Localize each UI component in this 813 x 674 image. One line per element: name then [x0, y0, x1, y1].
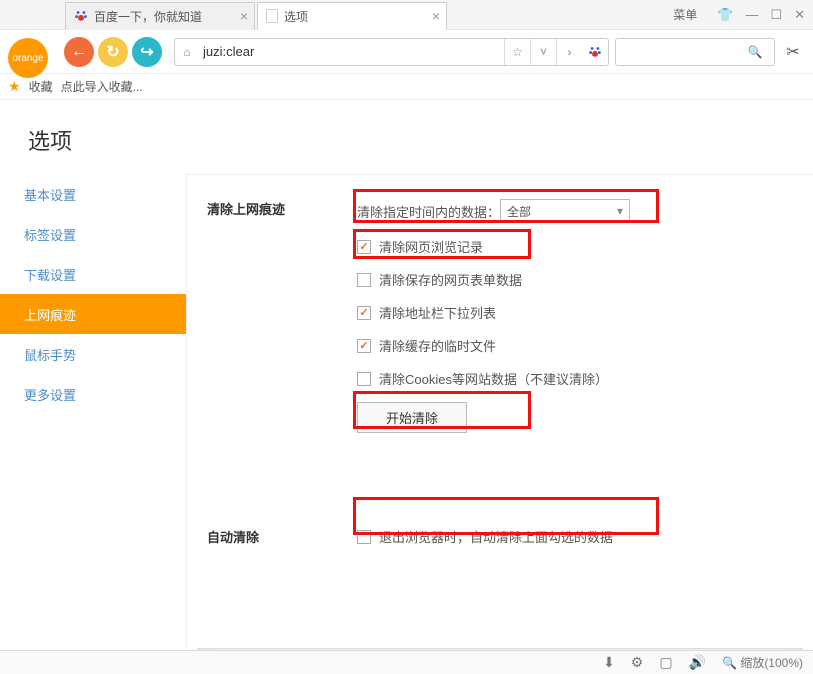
search-icon[interactable]: 🔍 [742, 39, 768, 65]
forward-button[interactable]: ↪ [132, 37, 162, 67]
go-icon[interactable]: › [556, 39, 582, 65]
checkbox-icon[interactable] [357, 240, 371, 254]
tab-options[interactable]: 选项 × [257, 2, 447, 30]
titlebar: 百度一下，你就知道 × 选项 × 菜单 👕 — ☐ ✕ [0, 0, 813, 30]
toolbar: ← ↻ ↪ ⌂ ☆ ˅ › 🔍 ✂ [0, 30, 813, 74]
section-heading: 清除上网痕迹 [207, 199, 357, 447]
chevron-down-icon: ▾ [617, 204, 623, 218]
checkbox-icon[interactable] [357, 306, 371, 320]
tab-baidu[interactable]: 百度一下，你就知道 × [65, 2, 255, 30]
restore-icon[interactable]: ▢ [659, 654, 672, 671]
back-button[interactable]: ← [64, 37, 94, 67]
menu-button[interactable]: 菜单 [673, 6, 697, 23]
star-icon[interactable]: ☆ [504, 39, 530, 65]
time-range-select[interactable]: 全部 ▾ [500, 199, 630, 223]
sidebar-item-basic[interactable]: 基本设置 [0, 174, 186, 214]
reload-button[interactable]: ↻ [98, 37, 128, 67]
close-icon[interactable]: × [240, 8, 248, 24]
settings-main: 清除上网痕迹 清除指定时间内的数据： 全部 ▾ 清除网页浏览记录 清除保存的网页… [186, 174, 813, 664]
check-history[interactable]: 清除网页浏览记录 [357, 237, 793, 256]
section-heading: 自动清除 [207, 527, 357, 560]
start-clear-button[interactable]: 开始清除 [357, 402, 467, 433]
sidebar-item-download[interactable]: 下载设置 [0, 254, 186, 294]
baidu-favicon-icon [74, 9, 88, 23]
search-box[interactable]: 🔍 [615, 38, 775, 66]
section-clear-data: 清除上网痕迹 清除指定时间内的数据： 全部 ▾ 清除网页浏览记录 清除保存的网页… [207, 199, 793, 447]
checkbox-icon[interactable] [357, 339, 371, 353]
url-input[interactable] [199, 44, 504, 59]
maximize-icon[interactable]: ☐ [770, 7, 782, 23]
minimize-icon[interactable]: — [745, 7, 758, 22]
zoom-control[interactable]: 🔍 缩放(100%) [722, 654, 803, 671]
import-bookmarks-link[interactable]: 点此导入收藏... [61, 78, 143, 95]
check-forms[interactable]: 清除保存的网页表单数据 [357, 270, 793, 289]
check-addressbar[interactable]: 清除地址栏下拉列表 [357, 303, 793, 322]
skin-icon[interactable]: 👕 [717, 7, 733, 23]
browser-logo-icon[interactable]: orange [8, 38, 48, 78]
sidebar-item-more[interactable]: 更多设置 [0, 374, 186, 414]
check-cookies[interactable]: 清除Cookies等网站数据（不建议清除） [357, 369, 793, 388]
settings-sidebar: 基本设置 标签设置 下载设置 上网痕迹 鼠标手势 更多设置 [0, 174, 186, 664]
page-favicon-icon [266, 9, 278, 23]
checkbox-icon[interactable] [357, 273, 371, 287]
section-auto-clear: 自动清除 退出浏览器时，自动清除上面勾选的数据 [207, 527, 793, 560]
address-bar[interactable]: ⌂ ☆ ˅ › [174, 38, 609, 66]
favorites-label[interactable]: 收藏 [29, 78, 53, 95]
time-range-row: 清除指定时间内的数据： 全部 ▾ [357, 199, 793, 223]
check-cache[interactable]: 清除缓存的临时文件 [357, 336, 793, 355]
chevron-down-icon[interactable]: ˅ [530, 39, 556, 65]
gear-icon[interactable]: ⚙ [631, 654, 644, 671]
options-page: 选项 基本设置 标签设置 下载设置 上网痕迹 鼠标手势 更多设置 清除上网痕迹 … [0, 100, 813, 650]
sound-icon[interactable]: 🔊 [689, 654, 706, 671]
screenshot-icon[interactable]: ✂ [781, 42, 805, 62]
search-engine-icon[interactable] [582, 39, 608, 65]
window-controls: 菜单 👕 — ☐ ✕ [673, 6, 805, 23]
home-icon[interactable]: ⌂ [175, 45, 199, 59]
nav-buttons: ← ↻ ↪ [64, 37, 162, 67]
tab-title: 百度一下，你就知道 [94, 8, 202, 25]
tabs-strip: 百度一下，你就知道 × 选项 × [65, 0, 449, 30]
page-title: 选项 [0, 100, 813, 174]
status-bar: ⬇ ⚙ ▢ 🔊 🔍 缩放(100%) [0, 650, 813, 674]
download-icon[interactable]: ⬇ [603, 654, 615, 671]
favorites-star-icon[interactable]: ★ [8, 78, 21, 95]
tab-title: 选项 [284, 8, 308, 25]
close-window-icon[interactable]: ✕ [794, 7, 805, 23]
checkbox-icon[interactable] [357, 372, 371, 386]
checkbox-icon[interactable] [357, 530, 371, 544]
sidebar-item-browsing-data[interactable]: 上网痕迹 [0, 294, 186, 334]
close-icon[interactable]: × [432, 8, 440, 24]
check-auto-clear[interactable]: 退出浏览器时，自动清除上面勾选的数据 [357, 527, 793, 546]
clear-button-row: 开始清除 [357, 402, 793, 433]
time-range-label: 清除指定时间内的数据： [357, 202, 500, 221]
sidebar-item-gestures[interactable]: 鼠标手势 [0, 334, 186, 374]
sidebar-item-tabs[interactable]: 标签设置 [0, 214, 186, 254]
bookmarks-bar: ★ 收藏 点此导入收藏... [0, 74, 813, 100]
